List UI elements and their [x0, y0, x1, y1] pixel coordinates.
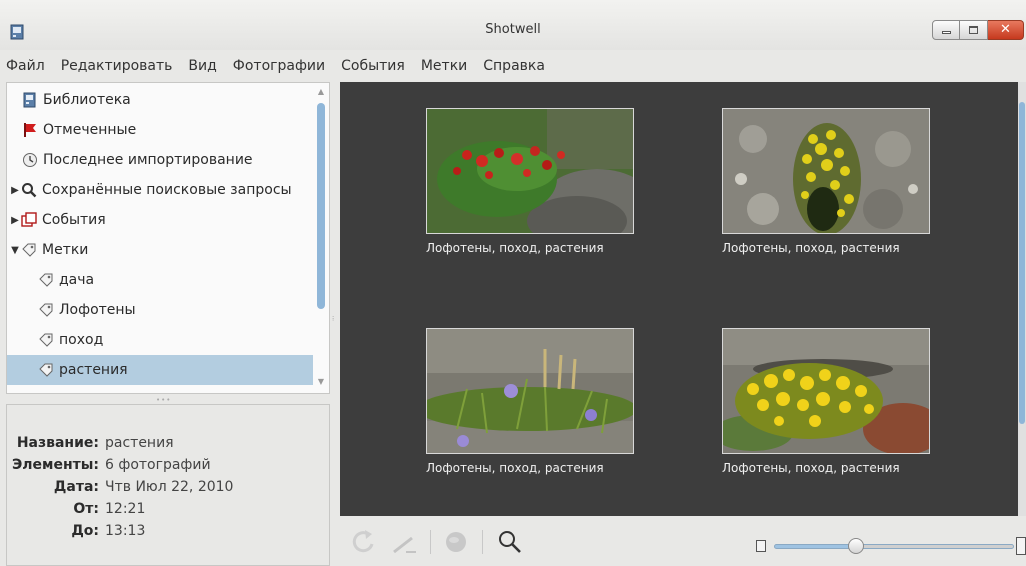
photo-thumbnail[interactable]: [722, 328, 930, 454]
maximize-icon: [969, 26, 978, 34]
library-icon: [21, 91, 39, 109]
tag-icon: [37, 301, 55, 319]
rotate-icon[interactable]: [350, 528, 378, 556]
menu-events[interactable]: События: [341, 58, 405, 74]
info-items-row: Элементы: 6 фотографий: [11, 457, 211, 473]
search-icon: [20, 181, 38, 199]
sidebar-splitter[interactable]: •••: [6, 394, 330, 404]
menu-edit[interactable]: Редактировать: [61, 58, 173, 74]
info-name-value: растения: [105, 435, 174, 451]
sidebar-item-label: поход: [59, 332, 104, 348]
sidebar-item-label: Отмеченные: [43, 122, 137, 138]
scroll-up-icon[interactable]: ▲: [315, 87, 327, 96]
sidebar-item-library[interactable]: Библиотека: [7, 85, 313, 115]
photo-thumbnail[interactable]: [426, 328, 634, 454]
tag-icon: [37, 331, 55, 349]
expand-icon[interactable]: ▶: [10, 215, 20, 226]
flag-icon: [21, 121, 39, 139]
sidebar-item-tag-plants[interactable]: растения: [7, 355, 313, 385]
pane-splitter[interactable]: ⁝: [330, 82, 340, 566]
info-date-value: Чтв Июл 22, 2010: [105, 479, 234, 495]
toolbar-separator: [430, 530, 431, 554]
clock-icon: [21, 151, 39, 169]
photo-thumbnail[interactable]: [722, 108, 930, 234]
sidebar-item-label: дача: [59, 272, 95, 288]
scrollbar-thumb[interactable]: [317, 103, 325, 309]
menu-tags[interactable]: Метки: [421, 58, 467, 74]
grip-icon: •••: [156, 396, 172, 404]
zoom-in-icon[interactable]: [1016, 537, 1026, 555]
window-title: Shotwell: [485, 22, 541, 37]
sidebar-item-tags[interactable]: ▼ Метки: [7, 235, 313, 265]
info-panel: Название: растения Элементы: 6 фотографи…: [6, 404, 330, 566]
expand-icon[interactable]: ▶: [10, 185, 20, 196]
sidebar-item-saved-searches[interactable]: ▶ Сохранённые поисковые запросы: [7, 175, 313, 205]
info-to-row: До: 13:13: [71, 523, 146, 539]
maximize-button[interactable]: [960, 20, 988, 40]
sidebar-item-label: Лофотены: [59, 302, 136, 318]
sidebar-item-events[interactable]: ▶ События: [7, 205, 313, 235]
tag-icon: [37, 271, 55, 289]
events-icon: [20, 211, 38, 229]
menu-help[interactable]: Справка: [483, 58, 545, 74]
zoom-out-icon[interactable]: [756, 540, 766, 552]
zoom-slider[interactable]: [774, 544, 1014, 549]
scrollbar-thumb[interactable]: [1019, 102, 1025, 424]
info-name-row: Название: растения: [16, 435, 174, 451]
sidebar-item-label: События: [42, 212, 106, 228]
minimize-button[interactable]: [932, 20, 960, 40]
sidebar-item-label: Метки: [42, 242, 89, 258]
title-bar: Shotwell ✕: [0, 0, 1026, 50]
tag-icon: [20, 241, 38, 259]
menu-bar: Файл Редактировать Вид Фотографии Событи…: [0, 52, 1026, 80]
sidebar-item-tag-lofoten[interactable]: Лофотены: [7, 295, 313, 325]
info-items-value: 6 фотографий: [105, 457, 211, 473]
info-to-value: 13:13: [105, 523, 146, 539]
photo-grid-scrollbar[interactable]: [1018, 82, 1026, 516]
sidebar-item-label: растения: [59, 362, 128, 378]
sidebar-item-tag-dacha[interactable]: дача: [7, 265, 313, 295]
photo-grid: Лофотены, поход, растения Лофотены, похо…: [340, 82, 1018, 516]
sidebar-scrollbar[interactable]: ▲ ▼: [315, 87, 327, 387]
toolbar-separator: [482, 530, 483, 554]
publish-globe-icon[interactable]: [442, 528, 470, 556]
zoom-slider-handle[interactable]: [847, 538, 864, 554]
sidebar: Библиотека Отмеченные Последнее импортир…: [6, 82, 330, 394]
scroll-down-icon[interactable]: ▼: [315, 377, 327, 386]
photo-thumbnail[interactable]: [426, 108, 634, 234]
tag-icon: [37, 361, 55, 379]
photo-item[interactable]: Лофотены, поход, растения: [722, 328, 930, 475]
sidebar-item-label: Библиотека: [43, 92, 131, 108]
bottom-toolbar: [340, 516, 1026, 566]
search-icon[interactable]: [496, 528, 524, 556]
menu-view[interactable]: Вид: [188, 58, 216, 74]
photo-caption: Лофотены, поход, растения: [426, 461, 604, 475]
close-icon: ✕: [1000, 22, 1011, 37]
close-button[interactable]: ✕: [988, 20, 1024, 40]
photo-item[interactable]: Лофотены, поход, растения: [426, 328, 634, 475]
info-from-value: 12:21: [105, 501, 146, 517]
info-date-row: Дата: Чтв Июл 22, 2010: [53, 479, 234, 495]
grip-icon: ⁝: [332, 315, 335, 323]
collapse-icon[interactable]: ▼: [10, 245, 20, 256]
sidebar-item-label: Последнее импортирование: [43, 152, 253, 168]
menu-file[interactable]: Файл: [6, 58, 45, 74]
photo-item[interactable]: Лофотены, поход, растения: [722, 108, 930, 255]
sidebar-item-flagged[interactable]: Отмеченные: [7, 115, 313, 145]
photo-caption: Лофотены, поход, растения: [426, 241, 604, 255]
photo-caption: Лофотены, поход, растения: [722, 241, 900, 255]
minimize-icon: [942, 31, 951, 34]
enhance-icon[interactable]: [390, 528, 418, 556]
sidebar-item-last-import[interactable]: Последнее импортирование: [7, 145, 313, 175]
info-from-row: От: 12:21: [73, 501, 146, 517]
sidebar-item-label: Сохранённые поисковые запросы: [42, 182, 292, 198]
photo-item[interactable]: Лофотены, поход, растения: [426, 108, 634, 255]
photo-caption: Лофотены, поход, растения: [722, 461, 900, 475]
sidebar-item-tag-hike[interactable]: поход: [7, 325, 313, 355]
menu-photos[interactable]: Фотографии: [233, 58, 325, 74]
